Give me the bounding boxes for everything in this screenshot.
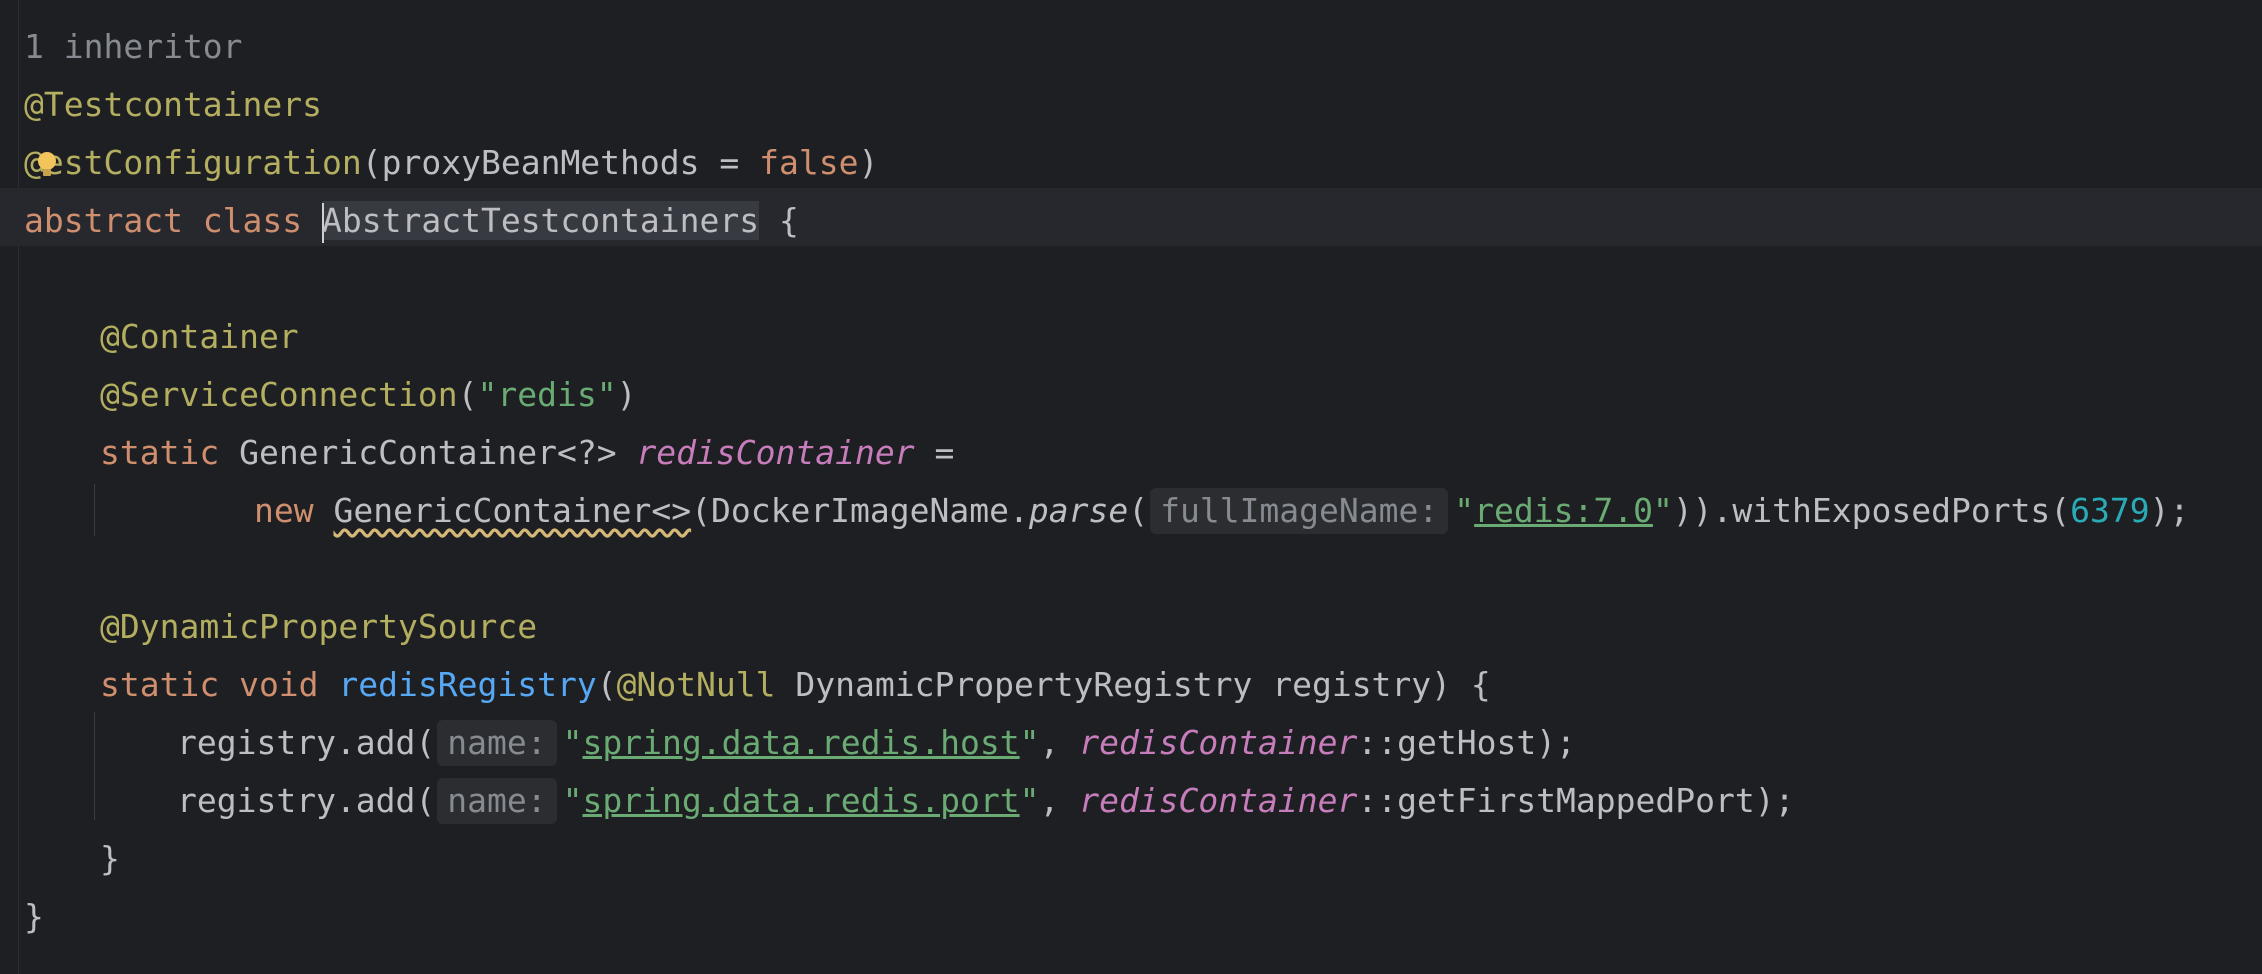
parameter-hint: name:: [437, 778, 557, 824]
string-quote: ": [1454, 491, 1475, 530]
code-text: ,: [1039, 781, 1080, 820]
code-text: (proxyBeanMethods =: [361, 143, 760, 182]
code-line[interactable]: static void redisRegistry(@NotNull Dynam…: [0, 656, 1491, 714]
code-line[interactable]: @DynamicPropertySource: [0, 598, 537, 656]
annotation: @DynamicPropertySource: [100, 607, 538, 646]
keyword: static: [100, 433, 240, 472]
closing-brace: }: [100, 839, 120, 878]
type-name: GenericContainer<?>: [239, 433, 637, 472]
code-line: 1 inheritor: [0, 18, 243, 76]
code-line[interactable]: registry.add(name: "spring.data.redis.por…: [0, 772, 1794, 830]
code-text: registry.add(: [177, 781, 436, 820]
annotation: @Container: [100, 317, 299, 356]
code-line[interactable]: abstract class AbstractTestcontainers {: [0, 192, 799, 250]
method-name: redisRegistry: [338, 665, 597, 704]
string-quote: ": [562, 781, 583, 820]
code-line[interactable]: static GenericContainer<?> redisContaine…: [0, 424, 954, 482]
warning-type-name[interactable]: GenericContainer<>: [333, 491, 691, 530]
code-text: ): [858, 143, 879, 182]
field-name: redisContainer: [1079, 723, 1358, 762]
keyword: abstract class: [24, 201, 323, 240]
string-quote: ": [1019, 723, 1040, 762]
annotation: @ServiceConnection: [100, 375, 458, 414]
string-quote: ": [562, 723, 583, 762]
annotation: estConfiguration: [43, 143, 362, 182]
parameter-hint: fullImageName:: [1150, 488, 1449, 534]
code-line[interactable]: }: [0, 830, 120, 888]
code-editor[interactable]: 1 inheritor @Testcontainers @estConfigur…: [0, 0, 2262, 974]
code-text: (: [457, 375, 478, 414]
keyword: new: [254, 491, 334, 530]
code-text: =: [914, 433, 955, 472]
field-name: redisContainer: [636, 433, 915, 472]
class-name-identifier[interactable]: AbstractTestcontainers: [322, 201, 760, 243]
string-literal: "redis": [477, 375, 617, 414]
indent-guide: [94, 712, 95, 820]
closing-brace: }: [24, 897, 44, 936]
string-literal[interactable]: redis:7.0: [1474, 491, 1653, 530]
code-text: (DockerImageName.: [691, 491, 1029, 530]
code-text: ::getHost);: [1357, 723, 1576, 762]
code-line[interactable]: @Container: [0, 308, 299, 366]
method-call: parse: [1028, 491, 1129, 530]
field-name: redisContainer: [1079, 781, 1358, 820]
lightbulb-icon[interactable]: [36, 150, 56, 180]
number-literal: 6379: [2070, 491, 2150, 530]
inheritor-hint-link[interactable]: 1 inheritor: [24, 18, 243, 76]
code-text: (: [1128, 491, 1149, 530]
code-line[interactable]: new GenericContainer<>(DockerImageName.p…: [0, 482, 2189, 540]
code-line[interactable]: @estConfiguration(proxyBeanMethods = fal…: [0, 134, 878, 192]
keyword: static void: [100, 665, 339, 704]
string-literal[interactable]: spring.data.redis.host: [583, 723, 1020, 762]
code-text: ): [616, 375, 637, 414]
code-text: ,: [1039, 723, 1080, 762]
code-text: registry.add(: [177, 723, 436, 762]
annotation: @NotNull: [616, 665, 776, 704]
code-line[interactable]: }: [0, 888, 79, 946]
code-text: (: [596, 665, 617, 704]
code-text: )).withExposedPorts(: [1672, 491, 2071, 530]
code-line[interactable]: registry.add(name: "spring.data.redis.hos…: [0, 714, 1576, 772]
string-literal[interactable]: spring.data.redis.port: [583, 781, 1020, 820]
code-text: DynamicPropertyRegistry registry) {: [775, 665, 1491, 704]
keyword: false: [759, 143, 859, 182]
indent-guide: [94, 484, 95, 536]
code-line[interactable]: @ServiceConnection("redis"): [0, 366, 636, 424]
code-text: {: [759, 201, 799, 240]
parameter-hint: name:: [437, 720, 557, 766]
code-text: );: [2149, 491, 2190, 530]
annotation: @Testcontainers: [24, 85, 323, 124]
string-quote: ": [1652, 491, 1673, 530]
code-text: ::getFirstMappedPort);: [1357, 781, 1795, 820]
code-line[interactable]: @Testcontainers: [0, 76, 322, 134]
string-quote: ": [1019, 781, 1040, 820]
